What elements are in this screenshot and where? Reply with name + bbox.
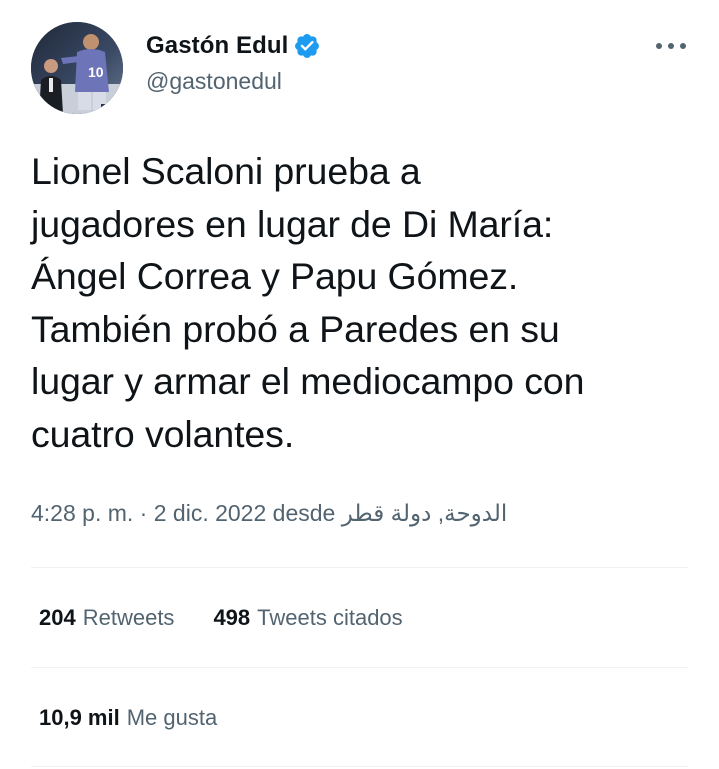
meta-separator: ·	[139, 500, 148, 526]
author-display-name[interactable]: Gastón Edul	[146, 32, 288, 60]
likes-stats-row: 10,9 mil Me gusta	[39, 705, 217, 731]
avatar[interactable]: 10	[31, 22, 123, 114]
tweet-time[interactable]: 4:28 p. m.	[31, 500, 133, 526]
likes-stat[interactable]: 10,9 mil Me gusta	[39, 705, 217, 731]
meta-from-label: desde	[272, 500, 336, 526]
retweets-label: Retweets	[82, 605, 175, 630]
svg-text:10: 10	[88, 64, 104, 80]
tweet-card: 10 Gastón Edul @gastonedul Lionel Scalon…	[0, 0, 719, 769]
more-options-button[interactable]	[653, 34, 689, 58]
divider	[31, 766, 688, 767]
tweet-text: Lionel Scaloni prueba a jugadores en lug…	[31, 150, 585, 455]
engagement-stats-row: 204 Retweets 498 Tweets citados	[39, 605, 403, 631]
quote-tweets-label: Tweets citados	[257, 605, 403, 630]
divider	[31, 667, 688, 668]
verified-badge-icon	[293, 32, 321, 60]
avatar-photo-icon: 10	[31, 22, 123, 114]
author-info: Gastón Edul @gastonedul	[146, 30, 321, 95]
author-name-row: Gastón Edul	[146, 30, 321, 62]
tweet-header: 10 Gastón Edul @gastonedul	[31, 20, 691, 116]
more-options-icon	[656, 43, 686, 49]
retweets-count: 204	[39, 605, 76, 630]
tweet-metadata: 4:28 p. m. · 2 dic. 2022 desde الدوحة, د…	[31, 500, 507, 527]
likes-count: 10,9 mil	[39, 705, 120, 730]
quote-tweets-stat[interactable]: 498 Tweets citados	[213, 605, 402, 631]
divider	[31, 567, 688, 568]
quote-tweets-count: 498	[213, 605, 251, 630]
tweet-date[interactable]: 2 dic. 2022	[154, 500, 267, 526]
likes-label: Me gusta	[126, 705, 218, 730]
author-handle[interactable]: @gastonedul	[146, 68, 321, 95]
tweet-location[interactable]: الدوحة, دولة قطر	[342, 500, 508, 526]
retweets-stat[interactable]: 204 Retweets	[39, 605, 174, 631]
